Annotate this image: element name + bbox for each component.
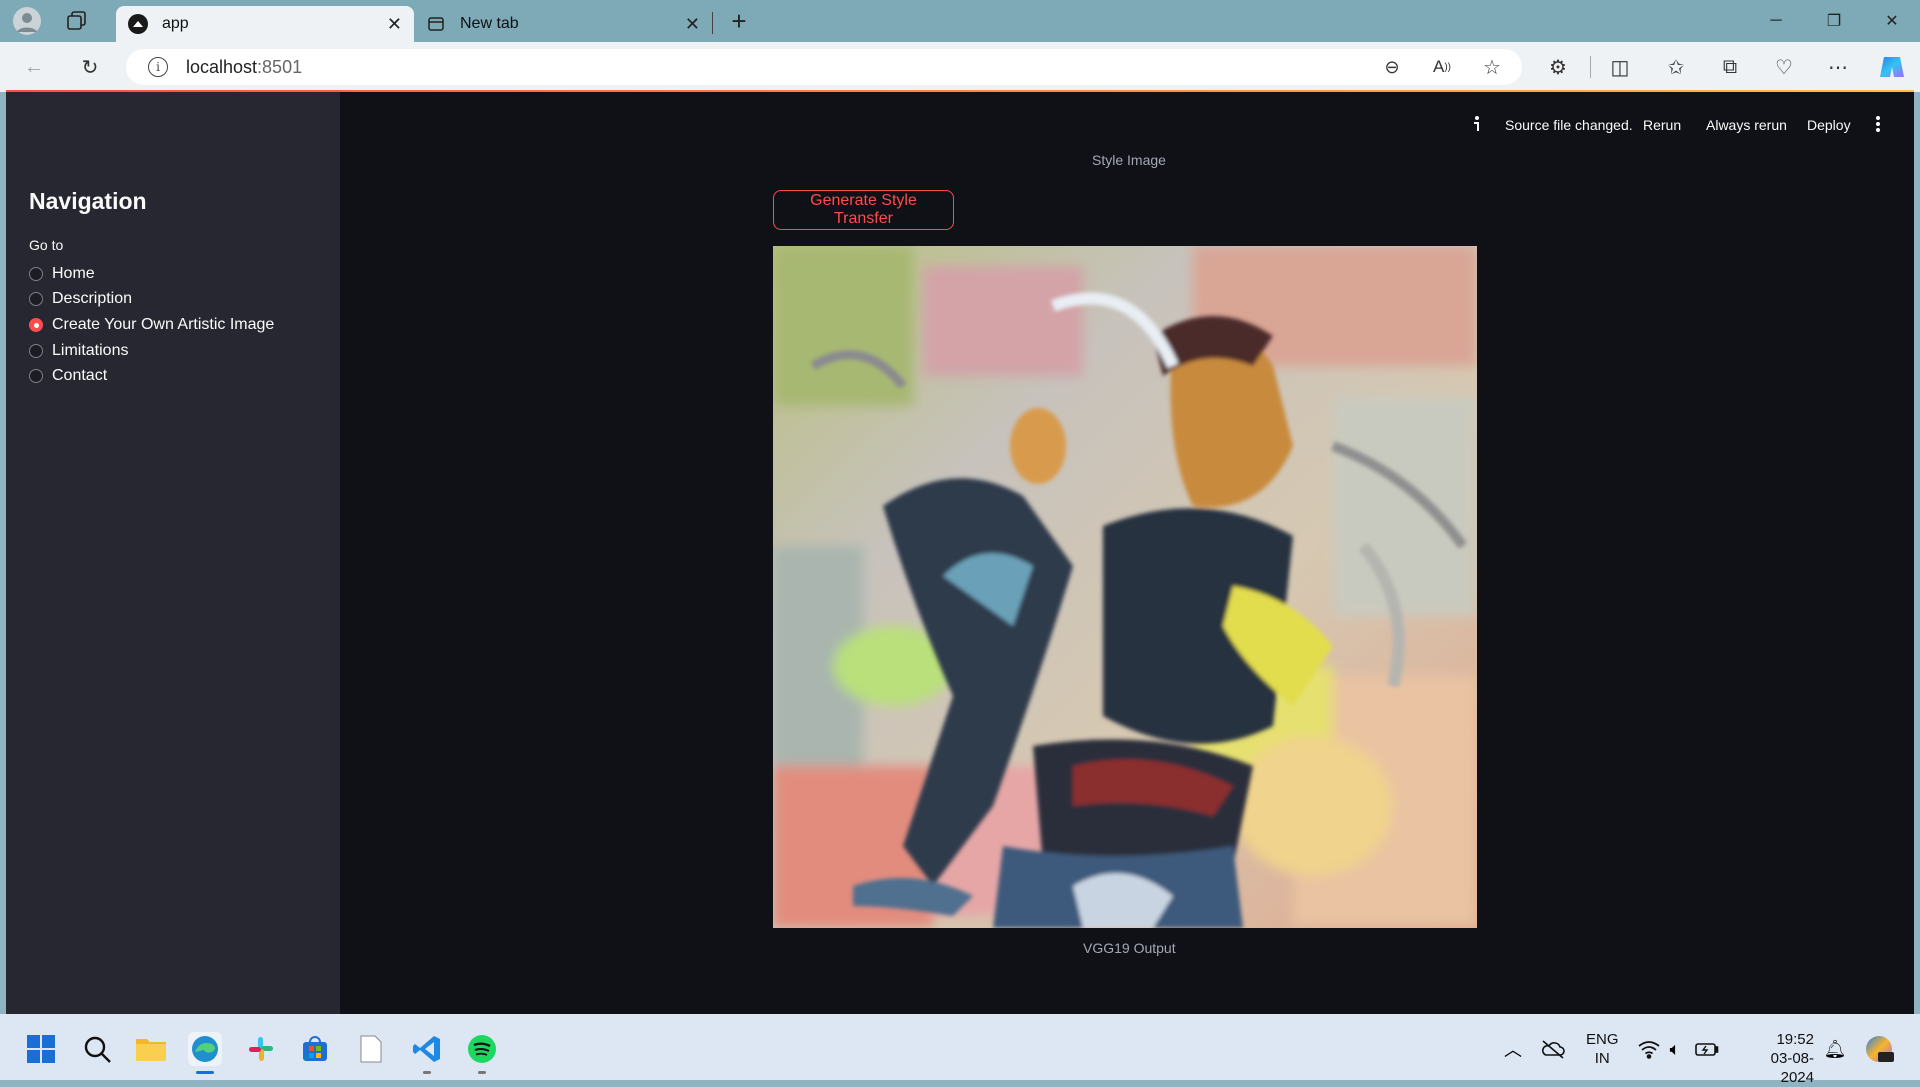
radio-icon[interactable] bbox=[29, 344, 43, 358]
sidebar-option-label: Limitations bbox=[52, 342, 129, 359]
extensions-icon[interactable]: ⚙ bbox=[1542, 52, 1574, 82]
deploy-button[interactable]: Deploy bbox=[1807, 117, 1851, 133]
sidebar-option-description[interactable]: Description bbox=[29, 290, 132, 308]
minimize-icon[interactable]: ─ bbox=[1748, 0, 1804, 42]
back-icon[interactable]: ← bbox=[18, 52, 50, 82]
sidebar-option-label: Description bbox=[52, 290, 133, 307]
sidebar-option-label: Contact bbox=[52, 367, 108, 384]
address-port: :8501 bbox=[257, 56, 303, 77]
sidebar-option-limitations[interactable]: Limitations bbox=[29, 342, 128, 360]
tab-title: app bbox=[162, 15, 189, 32]
site-info-icon[interactable]: i bbox=[148, 57, 168, 77]
notepad-icon[interactable] bbox=[354, 1032, 388, 1066]
address-bar[interactable]: i localhost:8501 bbox=[126, 49, 1522, 85]
sidebar bbox=[6, 92, 340, 1014]
vgg19-output-image bbox=[773, 246, 1477, 928]
sidebar-option-create-artistic-image[interactable]: Create Your Own Artistic Image bbox=[29, 316, 274, 334]
sidebar-option-label: Create Your Own Artistic Image bbox=[52, 316, 275, 333]
copilot-preview-icon[interactable] bbox=[1862, 1032, 1896, 1066]
volume-icon[interactable]: 🔈︎ bbox=[1658, 1032, 1692, 1066]
start-windows-icon[interactable] bbox=[24, 1032, 58, 1066]
radio-icon[interactable] bbox=[29, 292, 43, 306]
split-screen-icon[interactable]: ◫ bbox=[1604, 52, 1636, 82]
edge-browser-icon[interactable] bbox=[188, 1032, 222, 1066]
settings-more-icon[interactable]: ⋯ bbox=[1822, 52, 1854, 82]
main-menu-icon[interactable] bbox=[1872, 114, 1884, 134]
vgg19-output-caption: VGG19 Output bbox=[1083, 940, 1176, 956]
generate-style-transfer-button[interactable]: Generate Style Transfer bbox=[773, 190, 954, 230]
favorite-star-icon[interactable]: ☆ bbox=[1476, 52, 1508, 82]
radio-icon[interactable] bbox=[29, 267, 43, 281]
clock-time: 19:52 bbox=[1776, 1031, 1814, 1048]
restore-icon[interactable]: ❐ bbox=[1806, 0, 1862, 42]
show-hidden-icons-chevron-icon[interactable]: ︿ bbox=[1496, 1032, 1530, 1066]
search-icon[interactable] bbox=[80, 1032, 114, 1066]
source-changed-status: Source file changed. bbox=[1505, 117, 1633, 133]
address-host: localhost bbox=[186, 56, 258, 77]
slack-icon[interactable] bbox=[244, 1032, 278, 1066]
close-window-icon[interactable]: ✕ bbox=[1864, 0, 1920, 42]
vscode-icon[interactable] bbox=[410, 1032, 444, 1066]
language-indicator[interactable]: ENG IN bbox=[1586, 1030, 1619, 1068]
new-tab-favicon-icon bbox=[426, 14, 446, 34]
clock-date: 03-08-2024 bbox=[1770, 1050, 1814, 1086]
tab-separator bbox=[712, 12, 713, 34]
refresh-icon[interactable]: ↻ bbox=[74, 52, 106, 82]
running-app-indicator bbox=[423, 1071, 431, 1074]
close-tab-icon[interactable]: ✕ bbox=[387, 14, 402, 35]
radio-selected-icon[interactable] bbox=[29, 318, 43, 332]
language-code: ENG bbox=[1586, 1031, 1619, 1048]
read-aloud-icon[interactable]: A)) bbox=[1426, 52, 1458, 82]
running-app-indicator bbox=[478, 1071, 486, 1074]
active-app-indicator bbox=[196, 1071, 214, 1074]
always-rerun-button[interactable]: Always rerun bbox=[1706, 117, 1787, 133]
sidebar-title: Navigation bbox=[29, 188, 147, 214]
tab-new-tab[interactable]: New tab ✕ bbox=[414, 6, 712, 42]
running-status-icon bbox=[1470, 114, 1484, 134]
workspaces-icon[interactable] bbox=[64, 8, 90, 34]
copilot-icon[interactable] bbox=[1876, 52, 1908, 82]
favorites-icon[interactable]: ✩ bbox=[1660, 52, 1692, 82]
collections-icon[interactable]: ⧉ bbox=[1714, 52, 1746, 82]
tab-title: New tab bbox=[460, 15, 519, 32]
toolbar-divider bbox=[1590, 56, 1591, 78]
radio-icon[interactable] bbox=[29, 369, 43, 383]
region-code: IN bbox=[1594, 1050, 1610, 1067]
zoom-out-icon[interactable]: ⊖ bbox=[1376, 52, 1408, 82]
tab-app[interactable]: app ✕ bbox=[116, 6, 414, 42]
file-explorer-icon[interactable] bbox=[134, 1032, 168, 1066]
style-image-caption: Style Image bbox=[1092, 152, 1166, 168]
streamlit-favicon-icon bbox=[128, 14, 148, 34]
browser-essentials-icon[interactable]: ♡ bbox=[1768, 52, 1800, 82]
microsoft-store-icon[interactable] bbox=[298, 1032, 332, 1066]
spotify-icon[interactable] bbox=[465, 1032, 499, 1066]
radio-group-label: Go to bbox=[29, 237, 64, 253]
clock[interactable]: 19:52 03-08-2024 bbox=[1738, 1030, 1814, 1087]
new-tab-plus-icon[interactable]: + bbox=[726, 6, 752, 36]
sidebar-option-home[interactable]: Home bbox=[29, 265, 95, 283]
battery-icon[interactable] bbox=[1690, 1032, 1724, 1066]
notifications-bell-icon[interactable]: 🔔︎ bbox=[1818, 1032, 1852, 1066]
onedrive-offline-icon[interactable] bbox=[1536, 1032, 1570, 1066]
sidebar-option-label: Home bbox=[52, 265, 95, 282]
profile-icon[interactable] bbox=[12, 6, 42, 36]
sidebar-option-contact[interactable]: Contact bbox=[29, 367, 107, 385]
close-tab-icon[interactable]: ✕ bbox=[685, 14, 700, 35]
rerun-button[interactable]: Rerun bbox=[1643, 117, 1681, 133]
